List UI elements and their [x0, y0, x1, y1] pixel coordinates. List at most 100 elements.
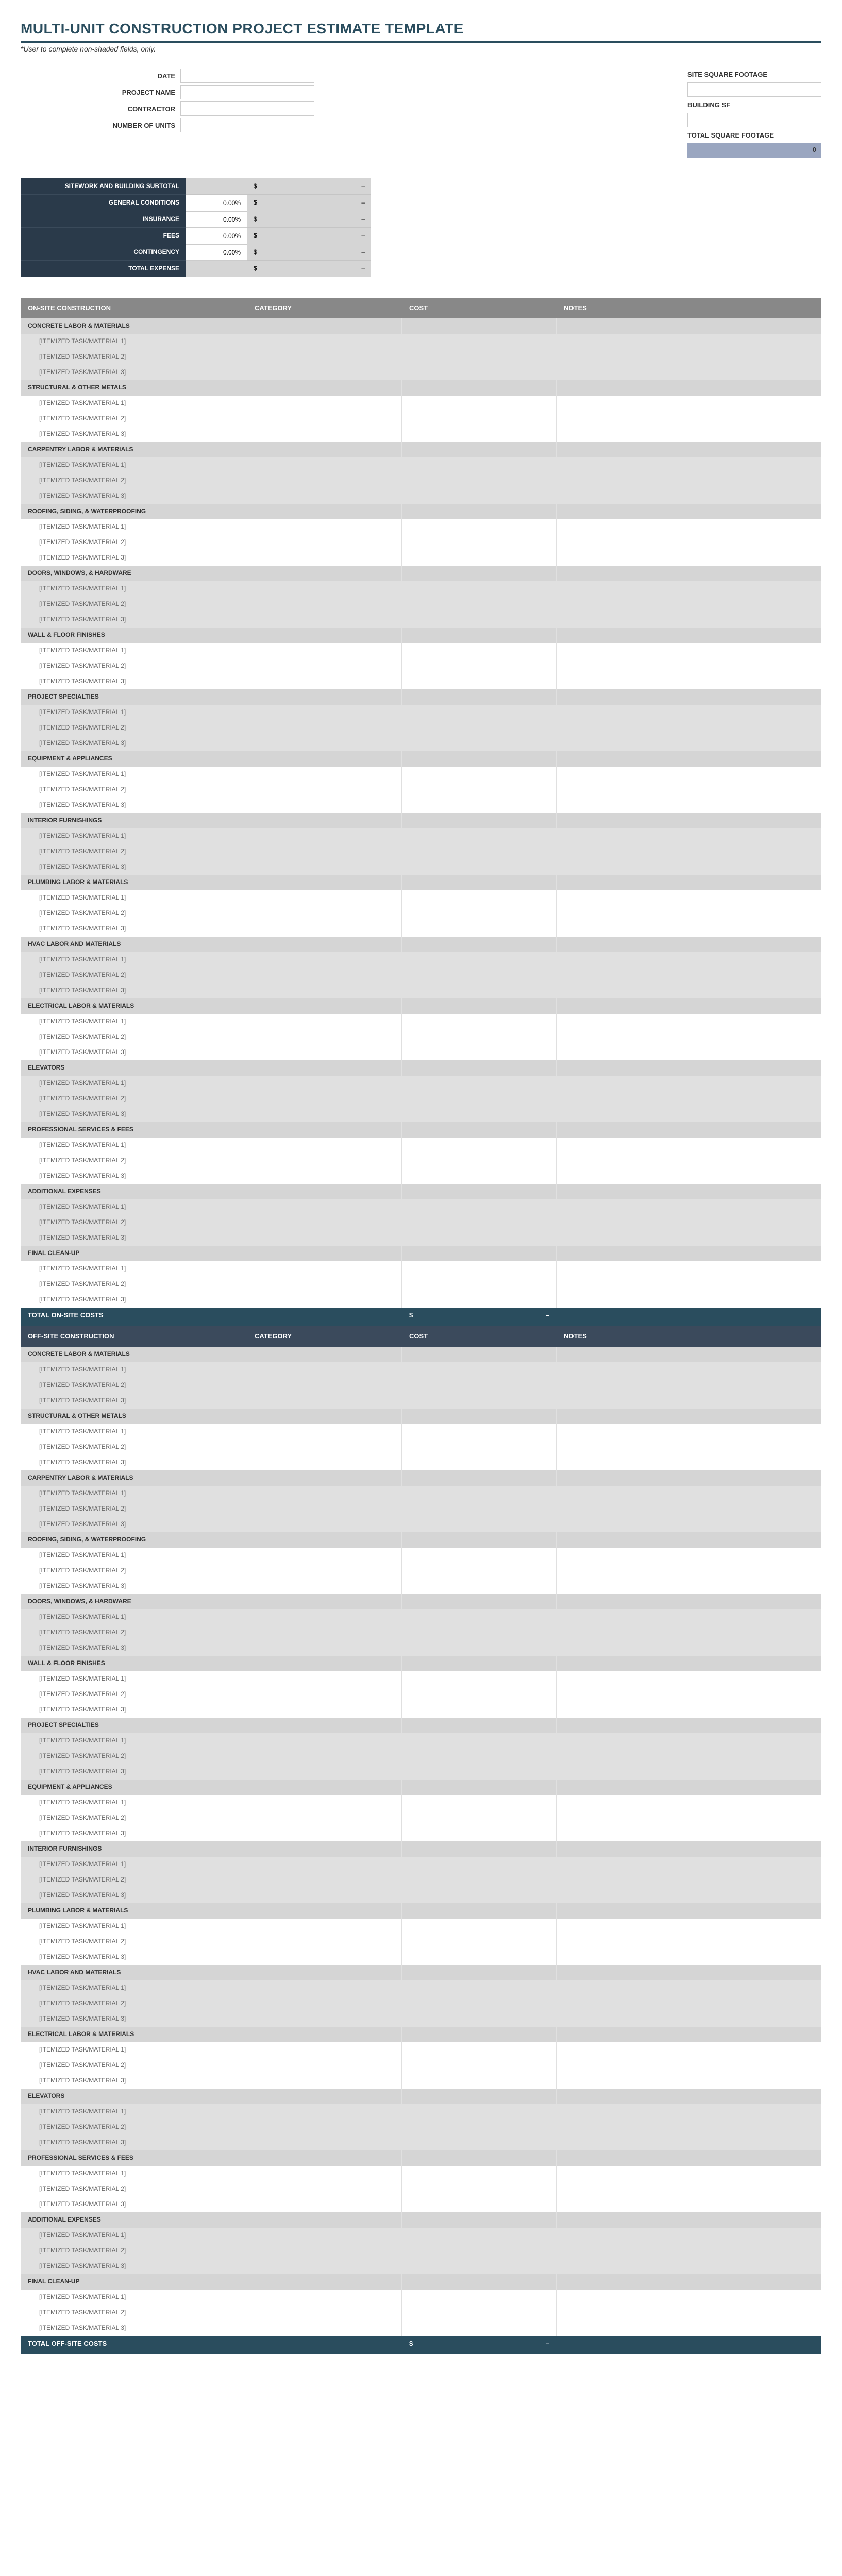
item-category[interactable] — [247, 2228, 402, 2243]
item-category[interactable] — [247, 581, 402, 597]
item-notes[interactable] — [557, 1439, 821, 1455]
item-notes[interactable] — [557, 1230, 821, 1246]
item-notes[interactable] — [557, 859, 821, 875]
item-label[interactable]: [ITEMIZED TASK/MATERIAL 3] — [21, 488, 247, 504]
item-category[interactable] — [247, 1424, 402, 1439]
item-label[interactable]: [ITEMIZED TASK/MATERIAL 1] — [21, 1076, 247, 1091]
item-category[interactable] — [247, 1230, 402, 1246]
item-label[interactable]: [ITEMIZED TASK/MATERIAL 3] — [21, 1517, 247, 1532]
item-notes[interactable] — [557, 597, 821, 612]
item-cost[interactable] — [402, 1107, 557, 1122]
item-category[interactable] — [247, 2073, 402, 2089]
item-label[interactable]: [ITEMIZED TASK/MATERIAL 1] — [21, 890, 247, 906]
item-category[interactable] — [247, 535, 402, 550]
item-cost[interactable] — [402, 1733, 557, 1749]
item-label[interactable]: [ITEMIZED TASK/MATERIAL 2] — [21, 2058, 247, 2073]
item-notes[interactable] — [557, 1215, 821, 1230]
item-notes[interactable] — [557, 1888, 821, 1903]
item-notes[interactable] — [557, 1810, 821, 1826]
item-label[interactable]: [ITEMIZED TASK/MATERIAL 3] — [21, 2135, 247, 2150]
item-category[interactable] — [247, 1671, 402, 1687]
item-cost[interactable] — [402, 2243, 557, 2259]
item-category[interactable] — [247, 2104, 402, 2120]
item-category[interactable] — [247, 2290, 402, 2305]
item-notes[interactable] — [557, 1199, 821, 1215]
item-cost[interactable] — [402, 2058, 557, 2073]
item-category[interactable] — [247, 1045, 402, 1060]
item-category[interactable] — [247, 1919, 402, 1934]
item-category[interactable] — [247, 1107, 402, 1122]
item-notes[interactable] — [557, 1563, 821, 1579]
info-field[interactable] — [180, 85, 314, 99]
item-label[interactable]: [ITEMIZED TASK/MATERIAL 3] — [21, 1230, 247, 1246]
item-cost[interactable] — [402, 643, 557, 658]
item-cost[interactable] — [402, 1749, 557, 1764]
item-notes[interactable] — [557, 1076, 821, 1091]
item-label[interactable]: [ITEMIZED TASK/MATERIAL 2] — [21, 411, 247, 427]
item-notes[interactable] — [557, 2058, 821, 2073]
item-label[interactable]: [ITEMIZED TASK/MATERIAL 2] — [21, 720, 247, 736]
item-cost[interactable] — [402, 334, 557, 349]
item-category[interactable] — [247, 1517, 402, 1532]
item-notes[interactable] — [557, 643, 821, 658]
item-notes[interactable] — [557, 983, 821, 998]
item-notes[interactable] — [557, 1378, 821, 1393]
item-category[interactable] — [247, 1215, 402, 1230]
item-label[interactable]: [ITEMIZED TASK/MATERIAL 2] — [21, 2181, 247, 2197]
item-category[interactable] — [247, 983, 402, 998]
item-cost[interactable] — [402, 1076, 557, 1091]
item-notes[interactable] — [557, 1640, 821, 1656]
item-cost[interactable] — [402, 2011, 557, 2027]
item-label[interactable]: [ITEMIZED TASK/MATERIAL 3] — [21, 674, 247, 689]
item-notes[interactable] — [557, 1857, 821, 1872]
item-label[interactable]: [ITEMIZED TASK/MATERIAL 3] — [21, 1455, 247, 1470]
item-notes[interactable] — [557, 1424, 821, 1439]
item-label[interactable]: [ITEMIZED TASK/MATERIAL 1] — [21, 2042, 247, 2058]
item-notes[interactable] — [557, 1091, 821, 1107]
item-label[interactable]: [ITEMIZED TASK/MATERIAL 2] — [21, 1501, 247, 1517]
item-notes[interactable] — [557, 550, 821, 566]
item-label[interactable]: [ITEMIZED TASK/MATERIAL 1] — [21, 396, 247, 411]
item-label[interactable]: [ITEMIZED TASK/MATERIAL 3] — [21, 736, 247, 751]
item-category[interactable] — [247, 349, 402, 365]
item-category[interactable] — [247, 643, 402, 658]
item-category[interactable] — [247, 1029, 402, 1045]
item-notes[interactable] — [557, 427, 821, 442]
item-cost[interactable] — [402, 612, 557, 628]
item-category[interactable] — [247, 1292, 402, 1308]
item-category[interactable] — [247, 612, 402, 628]
item-notes[interactable] — [557, 2320, 821, 2336]
item-label[interactable]: [ITEMIZED TASK/MATERIAL 3] — [21, 1393, 247, 1409]
item-notes[interactable] — [557, 519, 821, 535]
item-label[interactable]: [ITEMIZED TASK/MATERIAL 2] — [21, 1810, 247, 1826]
item-label[interactable]: [ITEMIZED TASK/MATERIAL 1] — [21, 1795, 247, 1810]
item-notes[interactable] — [557, 1517, 821, 1532]
item-cost[interactable] — [402, 2320, 557, 2336]
item-notes[interactable] — [557, 1950, 821, 1965]
item-notes[interactable] — [557, 844, 821, 859]
item-category[interactable] — [247, 968, 402, 983]
item-notes[interactable] — [557, 720, 821, 736]
item-label[interactable]: [ITEMIZED TASK/MATERIAL 2] — [21, 1687, 247, 1702]
item-label[interactable]: [ITEMIZED TASK/MATERIAL 1] — [21, 1733, 247, 1749]
item-notes[interactable] — [557, 1687, 821, 1702]
item-notes[interactable] — [557, 2011, 821, 2027]
item-notes[interactable] — [557, 411, 821, 427]
item-notes[interactable] — [557, 1733, 821, 1749]
item-label[interactable]: [ITEMIZED TASK/MATERIAL 2] — [21, 1215, 247, 1230]
item-notes[interactable] — [557, 473, 821, 488]
item-category[interactable] — [247, 411, 402, 427]
item-category[interactable] — [247, 1393, 402, 1409]
item-label[interactable]: [ITEMIZED TASK/MATERIAL 3] — [21, 1702, 247, 1718]
item-cost[interactable] — [402, 1609, 557, 1625]
item-label[interactable]: [ITEMIZED TASK/MATERIAL 1] — [21, 1362, 247, 1378]
item-notes[interactable] — [557, 2120, 821, 2135]
item-category[interactable] — [247, 906, 402, 921]
item-cost[interactable] — [402, 1857, 557, 1872]
item-label[interactable]: [ITEMIZED TASK/MATERIAL 2] — [21, 2305, 247, 2320]
item-cost[interactable] — [402, 488, 557, 504]
item-category[interactable] — [247, 1486, 402, 1501]
item-notes[interactable] — [557, 488, 821, 504]
item-notes[interactable] — [557, 1168, 821, 1184]
item-category[interactable] — [247, 1362, 402, 1378]
